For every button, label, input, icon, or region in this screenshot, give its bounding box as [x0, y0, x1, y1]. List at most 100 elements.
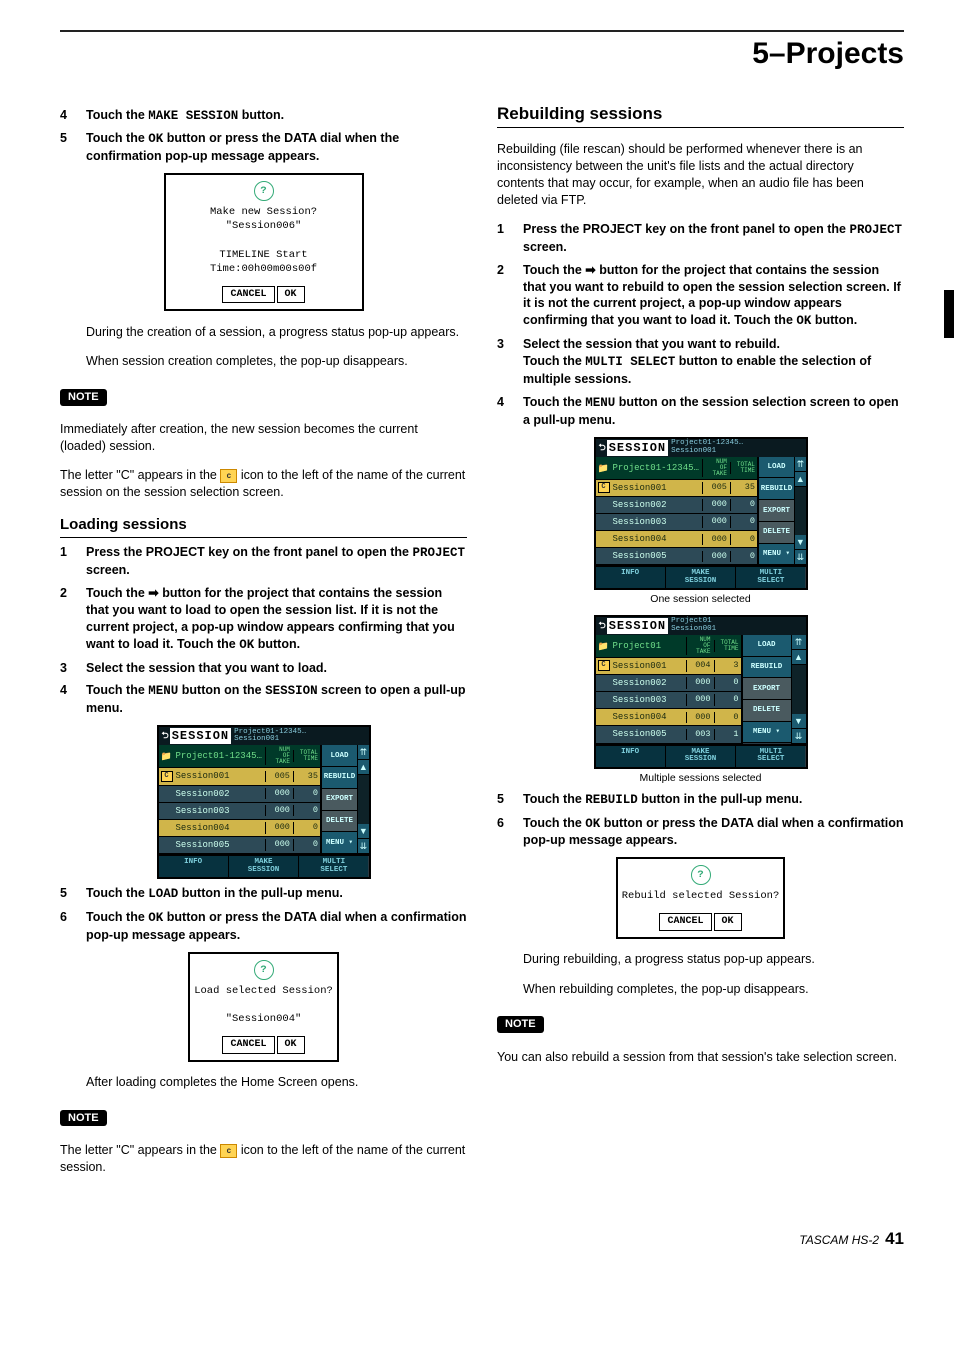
- step-text: Press the PROJECT key on the front panel…: [523, 221, 904, 256]
- paragraph: After loading completes the Home Screen …: [86, 1074, 467, 1091]
- delete-button[interactable]: DELETE: [322, 811, 357, 833]
- dialog-make-session: ? Make new Session? "Session006" TIMELIN…: [164, 173, 364, 311]
- ok-button[interactable]: OK: [277, 286, 305, 304]
- step-text: Touch the OK button or press the DATA di…: [86, 909, 467, 944]
- cancel-button[interactable]: CANCEL: [222, 1036, 274, 1054]
- rebuild-button[interactable]: REBUILD: [759, 478, 794, 500]
- menu-button[interactable]: MENU ▾: [322, 832, 357, 854]
- step-text: Select the session that you want to rebu…: [523, 336, 904, 388]
- note-label: NOTE: [60, 389, 107, 406]
- step-number: 3: [497, 336, 513, 388]
- paragraph: Rebuilding (file rescan) should be perfo…: [497, 141, 904, 209]
- step-text: Touch the MENU button on the session sel…: [523, 394, 904, 429]
- export-button[interactable]: EXPORT: [322, 789, 357, 811]
- scrollbar[interactable]: ⇈▲ ▼⇊: [794, 457, 805, 566]
- session-row[interactable]: Session003 0000: [159, 803, 320, 820]
- paragraph: When rebuilding completes, the pop-up di…: [523, 981, 904, 998]
- session-row[interactable]: Session005 0031: [596, 726, 741, 743]
- pullup-menu: LOAD REBUILD EXPORT DELETE MENU ▾: [757, 457, 794, 566]
- step-number: 4: [60, 107, 76, 125]
- paragraph: When session creation completes, the pop…: [86, 353, 467, 370]
- step-number: 5: [497, 791, 513, 809]
- step-text: Touch the MENU button on the SESSION scr…: [86, 682, 467, 717]
- ok-button[interactable]: OK: [277, 1036, 305, 1054]
- session-screen-figure: ⮌ SESSION Project01-12345…Session001 📁Pr…: [586, 437, 816, 607]
- section-heading: Rebuilding sessions: [497, 103, 904, 129]
- cancel-button[interactable]: CANCEL: [659, 913, 711, 931]
- pullup-menu: LOAD REBUILD EXPORT DELETE MENU ▾: [320, 745, 357, 854]
- multi-select-button[interactable]: MULTISELECT: [736, 746, 805, 767]
- session-row[interactable]: CSession001 00535: [159, 768, 320, 785]
- ok-button[interactable]: OK: [714, 913, 742, 931]
- step-number: 1: [497, 221, 513, 256]
- step-text: Touch the OK button or press the DATA di…: [86, 130, 467, 165]
- question-icon: ?: [254, 960, 274, 980]
- multi-select-button[interactable]: MULTISELECT: [736, 567, 805, 588]
- session-row[interactable]: CSession001 00535: [596, 480, 757, 497]
- page-footer: TASCAM HS-241: [60, 1228, 904, 1251]
- step-number: 4: [60, 682, 76, 717]
- session-row[interactable]: Session005 0000: [596, 548, 757, 565]
- question-icon: ?: [691, 865, 711, 885]
- pullup-menu: LOAD REBUILD EXPORT DELETE MENU ▾: [741, 635, 791, 744]
- question-icon: ?: [254, 181, 274, 201]
- note-label: NOTE: [497, 1016, 544, 1033]
- menu-button[interactable]: MENU ▾: [759, 544, 794, 566]
- section-heading: Loading sessions: [60, 515, 467, 538]
- back-icon[interactable]: ⮌: [162, 730, 169, 742]
- info-button[interactable]: INFO: [596, 567, 666, 588]
- project-row[interactable]: 📁Project01-12345… NUMOFTAKE TOTALTIME: [159, 745, 320, 768]
- session-row[interactable]: Session004 0000: [596, 531, 757, 548]
- note-label: NOTE: [60, 1110, 107, 1127]
- note-text: The letter "C" appears in the icon to th…: [60, 467, 467, 501]
- info-button[interactable]: INFO: [159, 856, 229, 877]
- multi-select-button[interactable]: MULTISELECT: [299, 856, 368, 877]
- session-row[interactable]: Session003 0000: [596, 692, 741, 709]
- back-icon[interactable]: ⮌: [599, 620, 606, 632]
- left-column: 4 Touch the MAKE SESSION button. 5 Touch…: [60, 103, 467, 1189]
- info-button[interactable]: INFO: [596, 746, 666, 767]
- paragraph: During rebuilding, a progress status pop…: [523, 951, 904, 968]
- session-row[interactable]: Session002 0000: [596, 497, 757, 514]
- session-row[interactable]: Session004 0000: [596, 709, 741, 726]
- cancel-button[interactable]: CANCEL: [222, 286, 274, 304]
- session-row[interactable]: CSession001 0043: [596, 658, 741, 675]
- export-button[interactable]: EXPORT: [743, 678, 791, 700]
- step-text: Touch the ➡ button for the project that …: [523, 262, 904, 331]
- session-row[interactable]: Session002 0000: [159, 786, 320, 803]
- rebuild-button[interactable]: REBUILD: [743, 657, 791, 679]
- load-button[interactable]: LOAD: [322, 745, 357, 767]
- session-row[interactable]: Session002 0000: [596, 675, 741, 692]
- step-text: Touch the ➡ button for the project that …: [86, 585, 467, 654]
- step-number: 5: [60, 885, 76, 903]
- rebuild-button[interactable]: REBUILD: [322, 767, 357, 789]
- note-text: You can also rebuild a session from that…: [497, 1049, 904, 1066]
- load-button[interactable]: LOAD: [743, 635, 791, 657]
- project-row[interactable]: 📁Project01 NUMOFTAKE TOTALTIME: [596, 635, 741, 658]
- session-row[interactable]: Session003 0000: [596, 514, 757, 531]
- load-button[interactable]: LOAD: [759, 457, 794, 479]
- figure-caption: Multiple sessions selected: [586, 771, 816, 785]
- screen-titlebar: ⮌ SESSION Project01-12345…Session001: [596, 439, 806, 457]
- page-edge-stripe: [944, 290, 954, 338]
- c-icon: [220, 1144, 237, 1158]
- scrollbar[interactable]: ⇈▲ ▼⇊: [791, 635, 806, 744]
- delete-button[interactable]: DELETE: [743, 700, 791, 722]
- right-column: Rebuilding sessions Rebuilding (file res…: [497, 103, 904, 1189]
- project-row[interactable]: 📁Project01-12345… NUMOFTAKE TOTALTIME: [596, 457, 757, 480]
- scrollbar[interactable]: ⇈▲ ▼⇊: [357, 745, 368, 854]
- delete-button[interactable]: DELETE: [759, 522, 794, 544]
- step-text: Press the PROJECT key on the front panel…: [86, 544, 467, 579]
- menu-button[interactable]: MENU ▾: [743, 722, 791, 744]
- step-text: Touch the OK button or press the DATA di…: [523, 815, 904, 850]
- make-session-button[interactable]: MAKESESSION: [229, 856, 299, 877]
- export-button[interactable]: EXPORT: [759, 500, 794, 522]
- make-session-button[interactable]: MAKESESSION: [666, 746, 736, 767]
- session-screen-figure: ⮌ SESSION Project01-12345…Session001 📁Pr…: [149, 725, 379, 879]
- back-icon[interactable]: ⮌: [599, 442, 606, 454]
- make-session-button[interactable]: MAKESESSION: [666, 567, 736, 588]
- session-row[interactable]: Session004 0000: [159, 820, 320, 837]
- step-number: 2: [60, 585, 76, 654]
- step-number: 6: [497, 815, 513, 850]
- session-row[interactable]: Session005 0000: [159, 837, 320, 854]
